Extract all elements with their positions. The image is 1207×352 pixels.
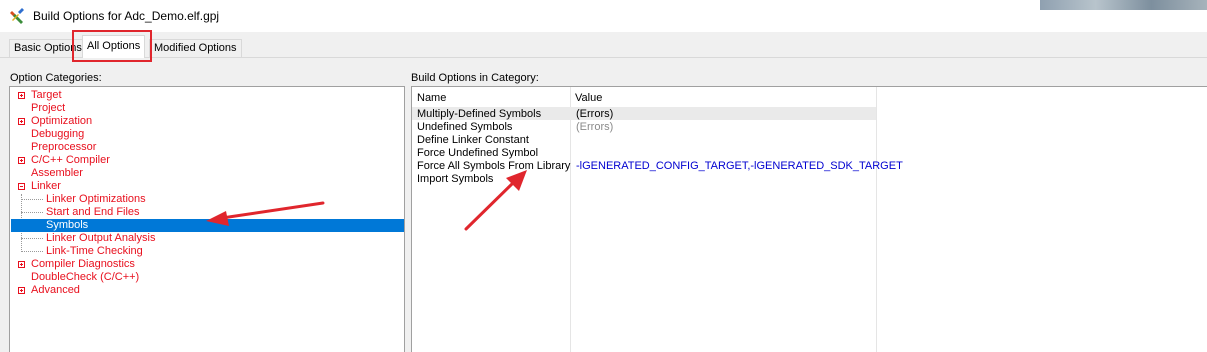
option-name[interactable]: Define Linker Constant — [417, 134, 529, 147]
tree-item-target[interactable]: Target — [31, 89, 62, 102]
tree-item-assembler[interactable]: Assembler — [31, 167, 83, 180]
tree-item-linker-output-analysis[interactable]: Linker Output Analysis — [46, 232, 155, 245]
tree-item-debugging[interactable]: Debugging — [31, 128, 84, 141]
collapse-icon[interactable] — [18, 183, 25, 190]
tab-all-options[interactable]: All Options — [82, 35, 146, 58]
category-tree[interactable]: Target Project Optimization Debugging Pr… — [9, 86, 405, 352]
tab-strip: Basic Options All Options Modified Optio… — [0, 32, 1207, 58]
option-name[interactable]: Force All Symbols From Library — [417, 160, 570, 173]
column-separator — [570, 87, 571, 352]
tree-item-linker-optimizations[interactable]: Linker Optimizations — [46, 193, 146, 206]
column-header-name[interactable]: Name — [412, 87, 570, 107]
tree-item-advanced[interactable]: Advanced — [31, 284, 80, 297]
tab-divider — [0, 57, 1207, 58]
expand-icon[interactable] — [18, 261, 25, 268]
expand-icon[interactable] — [18, 118, 25, 125]
options-list[interactable]: Name Value Multiply-Defined Symbols (Err… — [411, 86, 1207, 352]
expand-icon[interactable] — [18, 92, 25, 99]
tree-item-doublecheck[interactable]: DoubleCheck (C/C++) — [31, 271, 139, 284]
tree-item-linker[interactable]: Linker — [31, 180, 61, 193]
option-name[interactable]: Multiply-Defined Symbols — [417, 108, 541, 121]
tree-item-symbols[interactable]: Symbols — [11, 219, 404, 232]
option-name[interactable]: Force Undefined Symbol — [417, 147, 538, 160]
background-window-strip — [1040, 0, 1207, 10]
tree-item-preprocessor[interactable]: Preprocessor — [31, 141, 96, 154]
option-name[interactable]: Import Symbols — [417, 173, 493, 186]
column-header-value[interactable]: Value — [570, 87, 876, 107]
tree-item-link-time-checking[interactable]: Link-Time Checking — [46, 245, 143, 258]
tree-connector-line — [21, 199, 43, 200]
tree-item-project[interactable]: Project — [31, 102, 65, 115]
tree-item-start-end-files[interactable]: Start and End Files — [46, 206, 140, 219]
tree-item-compiler-diagnostics[interactable]: Compiler Diagnostics — [31, 258, 135, 271]
option-value[interactable]: (Errors) — [576, 121, 613, 134]
tab-modified-options[interactable]: Modified Options — [149, 39, 242, 57]
option-value[interactable]: -lGENERATED_CONFIG_TARGET,-lGENERATED_SD… — [576, 160, 903, 173]
build-options-label: Build Options in Category: — [411, 72, 539, 84]
option-categories-label: Option Categories: — [10, 72, 102, 84]
option-name[interactable]: Undefined Symbols — [417, 121, 512, 134]
expand-icon[interactable] — [18, 157, 25, 164]
tree-item-optimization[interactable]: Optimization — [31, 115, 92, 128]
wrench-screwdriver-icon — [10, 8, 24, 24]
tree-connector-line — [21, 238, 43, 239]
column-separator — [876, 87, 877, 352]
expand-icon[interactable] — [18, 287, 25, 294]
tab-basic-options[interactable]: Basic Options — [9, 39, 87, 57]
tree-connector-line — [21, 212, 43, 213]
option-value[interactable]: (Errors) — [576, 108, 613, 121]
tree-connector-line — [21, 251, 43, 252]
tree-item-cpp-compiler[interactable]: C/C++ Compiler — [31, 154, 110, 167]
title-bar: Build Options for Adc_Demo.elf.gpj — [0, 0, 1207, 32]
window-title: Build Options for Adc_Demo.elf.gpj — [33, 9, 220, 23]
